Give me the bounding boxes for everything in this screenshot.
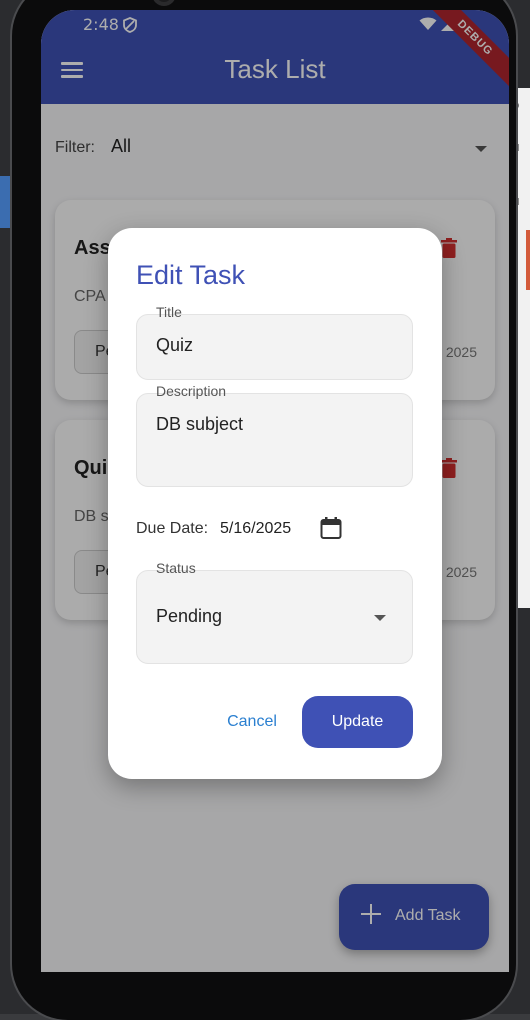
desktop-marker (526, 230, 530, 290)
desktop-accent (0, 176, 12, 228)
phone-frame: 2:48 Task List DEBUG Filter: All Ass CPA… (12, 0, 516, 1020)
add-task-button[interactable]: Add Task (339, 884, 489, 950)
cancel-button[interactable]: Cancel (215, 702, 289, 742)
due-date-row: Due Date: 5/16/2025 (136, 516, 416, 542)
description-field[interactable]: Description DB subject (136, 383, 413, 487)
title-field-label: Title (156, 304, 182, 320)
dialog-title: Edit Task (136, 260, 246, 290)
description-field-value: DB subject (156, 414, 244, 434)
calendar-icon[interactable] (320, 516, 342, 540)
status-dropdown[interactable]: Status Pending (136, 560, 413, 664)
update-button[interactable]: Update (302, 696, 413, 748)
edit-task-dialog: Edit Task Title Quiz Description DB subj… (108, 228, 442, 779)
status-field-value: Pending (156, 606, 223, 626)
app-screen: 2:48 Task List DEBUG Filter: All Ass CPA… (41, 10, 509, 972)
chevron-down-icon[interactable] (374, 615, 386, 621)
fab-scrim (339, 884, 489, 950)
title-field-value: Quiz (156, 335, 194, 355)
status-field-label: Status (156, 560, 196, 576)
due-date-value: 5/16/2025 (220, 520, 292, 537)
due-date-label: Due Date: (136, 520, 209, 537)
app-bar-scrim (41, 10, 509, 104)
description-field-label: Description (156, 383, 227, 399)
title-field[interactable]: Title Quiz (136, 304, 413, 380)
front-camera (152, 0, 176, 6)
app-bar: 2:48 Task List DEBUG (41, 10, 509, 104)
